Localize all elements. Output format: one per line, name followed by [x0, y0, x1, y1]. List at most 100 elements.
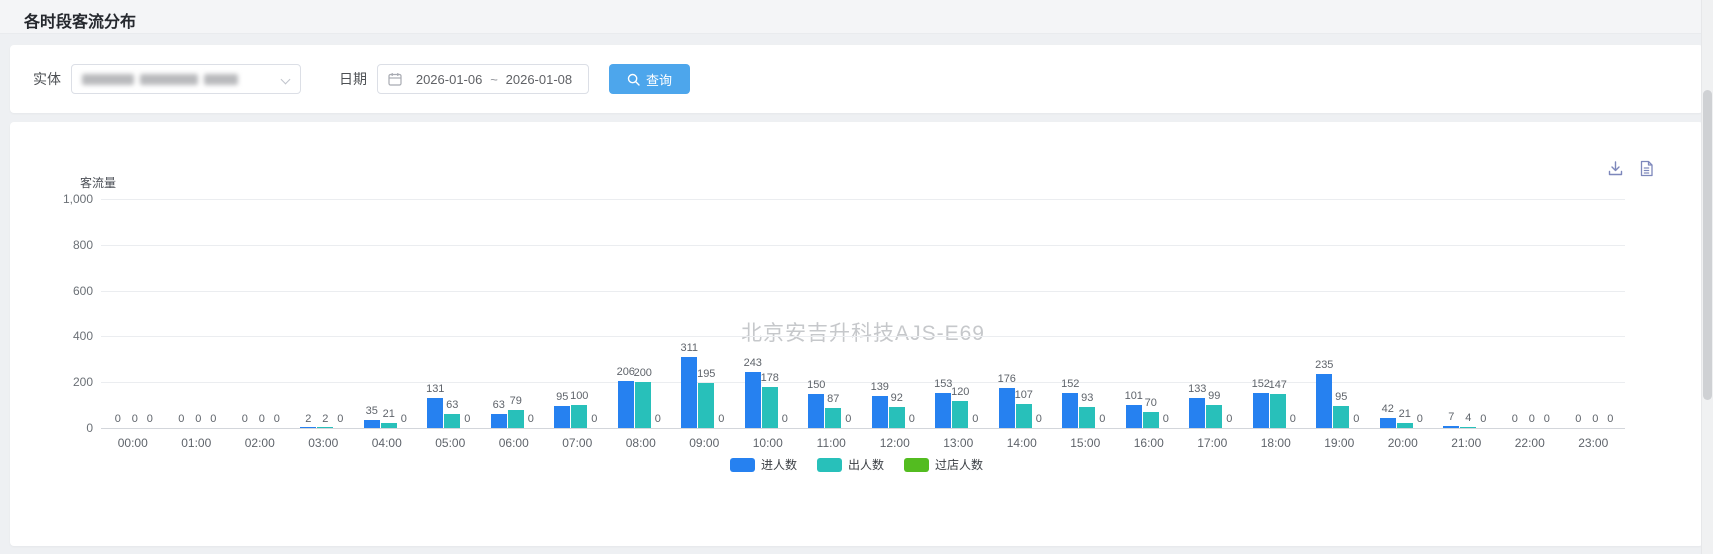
bar-value-label: 0 — [210, 413, 216, 425]
bar-group-0600: 63790 — [482, 199, 546, 428]
bar-出人数[interactable] — [1079, 407, 1095, 428]
series-slot: 0 — [270, 199, 283, 428]
series-slot: 0 — [461, 199, 474, 428]
bar-出人数[interactable] — [635, 382, 651, 428]
scrollbar-thumb[interactable] — [1703, 90, 1712, 400]
bar-进人数[interactable] — [681, 357, 697, 428]
bar-出人数[interactable] — [825, 408, 841, 428]
bar-进人数[interactable] — [1062, 393, 1078, 428]
bar-进人数[interactable] — [1189, 398, 1205, 428]
x-axis-tick-label: 07:00 — [562, 436, 592, 450]
legend-item-进人数[interactable]: 进人数 — [730, 456, 797, 473]
date-start-value[interactable]: 2026-01-06 — [410, 72, 488, 87]
bar-进人数[interactable] — [618, 381, 634, 428]
bar-出人数[interactable] — [444, 414, 460, 428]
bar-出人数[interactable] — [952, 401, 968, 428]
x-axis-tick-label: 18:00 — [1261, 436, 1291, 450]
bar-进人数[interactable] — [999, 388, 1015, 428]
x-axis-tick-label: 12:00 — [880, 436, 910, 450]
bar-value-label: 152 — [1061, 378, 1079, 390]
series-slot: 235 — [1316, 199, 1333, 428]
search-icon — [627, 73, 640, 86]
bar-value-label: 0 — [782, 413, 788, 425]
bar-进人数[interactable] — [1253, 393, 1269, 428]
bar-进人数[interactable] — [364, 420, 380, 428]
series-slot: 153 — [935, 199, 952, 428]
y-axis-tick-label: 400 — [33, 329, 93, 343]
date-range-picker[interactable]: 2026-01-06 ~ 2026-01-08 — [377, 64, 589, 94]
x-axis-tick-label: 01:00 — [181, 436, 211, 450]
bar-出人数[interactable] — [381, 423, 397, 428]
x-axis-tick-label: 10:00 — [753, 436, 783, 450]
bar-进人数[interactable] — [300, 427, 316, 428]
bar-value-label: 0 — [1417, 413, 1423, 425]
bar-group-1900: 235950 — [1308, 199, 1372, 428]
entity-select[interactable] — [71, 64, 301, 94]
bar-value-label: 0 — [195, 413, 201, 425]
x-axis-tick-label: 20:00 — [1388, 436, 1418, 450]
x-axis-tick-label: 04:00 — [372, 436, 402, 450]
bar-进人数[interactable] — [1443, 426, 1459, 428]
bar-出人数[interactable] — [1016, 404, 1032, 429]
vertical-scrollbar[interactable] — [1701, 0, 1713, 554]
bar-value-label: 42 — [1382, 403, 1394, 415]
series-slot: 107 — [1015, 199, 1032, 428]
bar-value-label: 0 — [1226, 413, 1232, 425]
bar-进人数[interactable] — [1316, 374, 1332, 428]
bar-出人数[interactable] — [571, 405, 587, 428]
y-axis-tick-label: 1,000 — [33, 192, 93, 206]
page-title: 各时段客流分布 — [24, 8, 136, 32]
bar-出人数[interactable] — [1397, 423, 1413, 428]
bar-value-label: 0 — [337, 413, 343, 425]
bar-进人数[interactable] — [427, 398, 443, 428]
bar-出人数[interactable] — [1460, 427, 1476, 428]
bar-进人数[interactable] — [935, 393, 951, 428]
bar-出人数[interactable] — [1206, 405, 1222, 428]
bar-出人数[interactable] — [889, 407, 905, 428]
bar-进人数[interactable] — [745, 372, 761, 428]
bar-出人数[interactable] — [698, 383, 714, 428]
series-slot: 195 — [698, 199, 715, 428]
bar-group-0000: 000 — [101, 199, 165, 428]
series-slot: 0 — [1604, 199, 1617, 428]
series-slot: 139 — [871, 199, 888, 428]
bar-出人数[interactable] — [1333, 406, 1349, 428]
bar-进人数[interactable] — [491, 414, 507, 428]
date-label: 日期 — [339, 69, 367, 89]
bar-出人数[interactable] — [508, 410, 524, 428]
series-slot: 95 — [1333, 199, 1350, 428]
x-axis-tick-label: 00:00 — [118, 436, 148, 450]
bar-value-label: 0 — [464, 413, 470, 425]
bar-value-label: 2 — [322, 413, 328, 425]
series-slot: 21 — [1396, 199, 1413, 428]
x-axis-tick-label: 03:00 — [308, 436, 338, 450]
bar-group-1100: 150870 — [800, 199, 864, 428]
legend-item-过店人数[interactable]: 过店人数 — [904, 456, 983, 473]
bar-出人数[interactable] — [317, 427, 333, 428]
bar-进人数[interactable] — [1126, 405, 1142, 428]
report-document-icon[interactable] — [1638, 160, 1655, 177]
bar-进人数[interactable] — [808, 394, 824, 428]
bar-value-label: 311 — [680, 342, 698, 354]
y-axis-tick-label: 800 — [33, 238, 93, 252]
download-icon[interactable] — [1607, 160, 1624, 177]
date-end-value[interactable]: 2026-01-08 — [500, 72, 578, 87]
bar-value-label: 79 — [510, 395, 522, 407]
series-slot: 120 — [952, 199, 969, 428]
bar-value-label: 87 — [827, 393, 839, 405]
bar-group-1500: 152930 — [1054, 199, 1118, 428]
series-slot: 0 — [143, 199, 156, 428]
bar-进人数[interactable] — [554, 406, 570, 428]
legend-item-出人数[interactable]: 出人数 — [817, 456, 884, 473]
bar-进人数[interactable] — [1380, 418, 1396, 428]
series-slot: 0 — [1286, 199, 1299, 428]
bar-group-1000: 2431780 — [736, 199, 800, 428]
bar-出人数[interactable] — [1143, 412, 1159, 428]
series-slot: 63 — [490, 199, 507, 428]
bar-出人数[interactable] — [762, 387, 778, 428]
query-button[interactable]: 查询 — [609, 64, 690, 94]
series-slot: 0 — [1096, 199, 1109, 428]
bar-进人数[interactable] — [872, 396, 888, 428]
bar-value-label: 178 — [761, 372, 779, 384]
bar-出人数[interactable] — [1270, 394, 1286, 428]
